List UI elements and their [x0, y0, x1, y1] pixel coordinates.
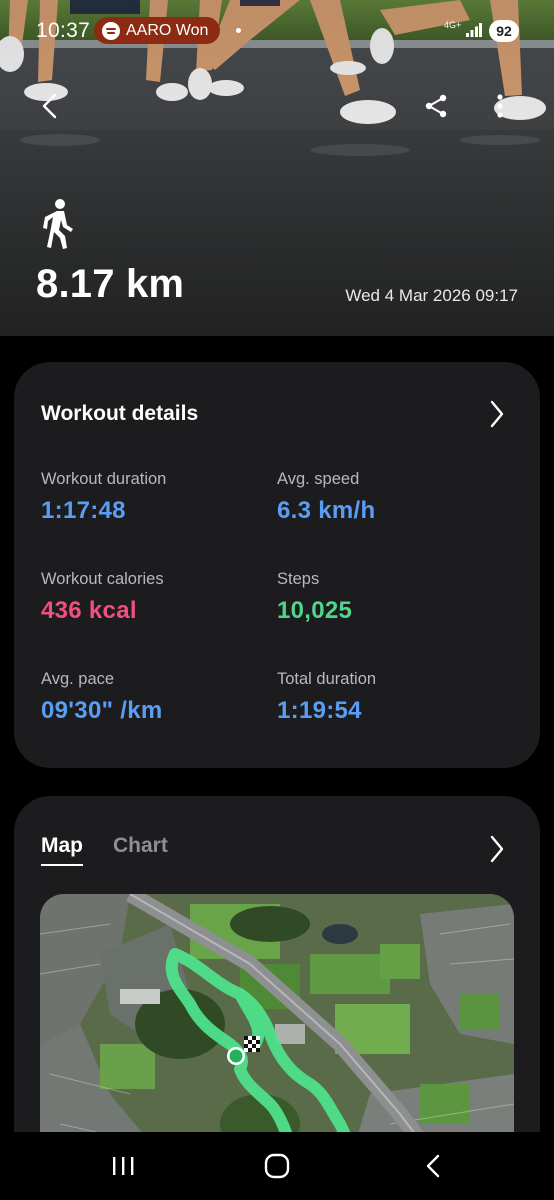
- tab-map[interactable]: Map: [41, 834, 83, 866]
- more-vert-icon: [497, 94, 503, 118]
- share-button[interactable]: [414, 84, 458, 128]
- workout-details-card[interactable]: Workout details Workout duration 1:17:48…: [14, 362, 540, 768]
- system-navigation-bar: [0, 1132, 554, 1200]
- stat-label: Workout duration: [41, 470, 167, 488]
- chevron-right-icon: [490, 400, 504, 428]
- stat-label: Avg. pace: [41, 670, 115, 688]
- network-type: 4G+: [444, 20, 462, 30]
- tab-chart[interactable]: Chart: [113, 834, 168, 866]
- nav-recents-button[interactable]: [98, 1146, 148, 1186]
- stat-value: 6.3 km/h: [277, 497, 376, 524]
- stat-workout-duration: Workout duration 1:17:48: [41, 470, 166, 525]
- status-time: 10:37: [36, 19, 91, 42]
- workout-details-open-button[interactable]: [482, 397, 512, 431]
- stat-label: Workout calories: [41, 570, 164, 588]
- notification-dot: [236, 28, 241, 33]
- stat-total-duration: Total duration 1:19:54: [277, 670, 376, 725]
- nav-home-icon: [264, 1153, 290, 1179]
- media-chip[interactable]: AARO Won: [94, 17, 221, 44]
- map-chart-tabs: Map Chart: [41, 834, 168, 866]
- battery-indicator: 92: [489, 20, 519, 42]
- walk-icon: [43, 199, 73, 249]
- status-bar: 10:37 AARO Won 4G+ 92: [0, 0, 554, 62]
- stat-label: Steps: [277, 570, 320, 588]
- stat-label: Total duration: [277, 670, 377, 688]
- workout-details-title: Workout details: [41, 402, 199, 425]
- stat-avg-pace: Avg. pace 09'30" /km: [41, 670, 163, 725]
- nav-recents-icon: [113, 1157, 134, 1175]
- map-open-button[interactable]: [482, 832, 512, 866]
- spotify-icon: [102, 21, 120, 40]
- workout-date: Wed 4 Mar 2026 09:17: [345, 286, 518, 305]
- hero-header: 10:37 AARO Won 4G+ 92 8.17 km Wed 4 Mar …: [0, 0, 554, 336]
- stat-label: Avg. speed: [277, 470, 360, 488]
- stat-steps: Steps 10,025: [277, 570, 352, 625]
- workout-distance: 8.17 km: [36, 262, 185, 306]
- stat-value: 1:17:48: [41, 497, 126, 524]
- share-icon: [425, 94, 447, 118]
- nav-back-button[interactable]: [408, 1146, 458, 1186]
- nav-back-icon: [426, 1154, 440, 1178]
- stat-value: 436 kcal: [41, 597, 137, 624]
- stat-avg-speed: Avg. speed 6.3 km/h: [277, 470, 375, 525]
- more-options-button[interactable]: [478, 84, 522, 128]
- stat-value: 10,025: [277, 597, 353, 624]
- stat-workout-calories: Workout calories 436 kcal: [41, 570, 164, 625]
- media-title: AARO Won: [126, 21, 209, 39]
- stat-value: 1:19:54: [277, 697, 362, 724]
- back-button[interactable]: [28, 84, 72, 128]
- nav-home-button[interactable]: [252, 1146, 302, 1186]
- stat-value: 09'30" /km: [41, 697, 163, 724]
- chevron-right-icon: [490, 835, 504, 863]
- back-arrow-icon: [42, 93, 57, 119]
- signal-icon: [466, 23, 482, 37]
